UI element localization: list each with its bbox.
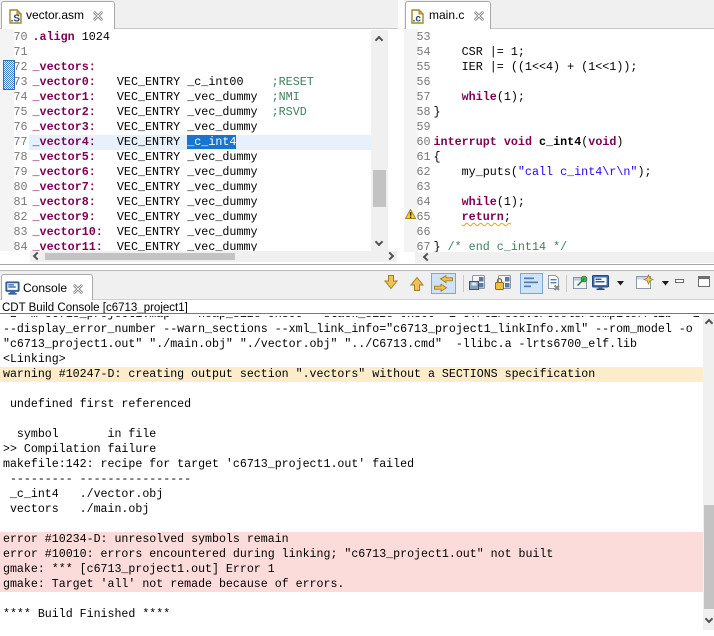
svg-text:.S: .S xyxy=(10,13,20,24)
svg-text:.c: .c xyxy=(413,13,422,24)
